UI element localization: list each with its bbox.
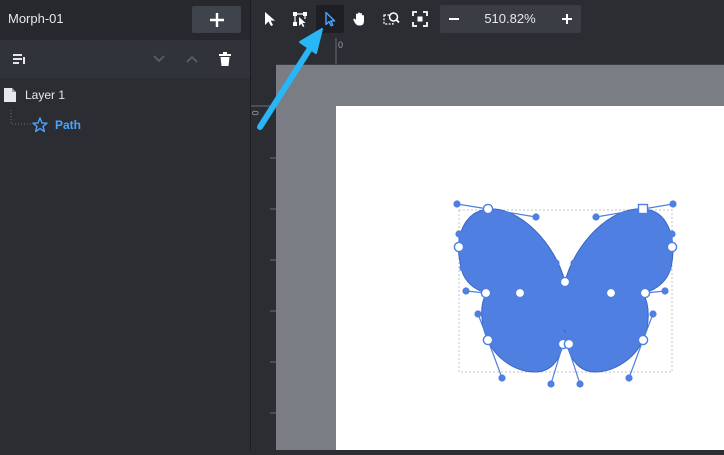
main-toolbar: 510.82% [251, 0, 724, 38]
zoom-in-button[interactable] [553, 5, 581, 33]
hand-icon [353, 12, 364, 26]
ruler-origin-label-y: 0 [250, 110, 261, 116]
star-outline-icon [32, 117, 48, 133]
layer-label: Layer 1 [25, 88, 66, 102]
plus-icon [209, 12, 224, 27]
layer-label-path: Path [55, 118, 82, 132]
ruler-origin-label-x: 0 [338, 40, 344, 50]
zoom-selection-icon [382, 12, 400, 25]
zoom-out-button[interactable] [440, 5, 468, 33]
vertical-ruler[interactable]: 0 [251, 65, 276, 450]
document-icon [4, 88, 16, 102]
transform-icon [293, 12, 307, 27]
zoom-level[interactable]: 510.82% [470, 5, 550, 33]
layer-row[interactable]: Layer 1 [0, 80, 250, 110]
fit-canvas-tool-button[interactable] [406, 5, 434, 33]
direct-select-tool-button[interactable] [316, 5, 344, 33]
minus-icon [449, 18, 459, 20]
layer-row-path[interactable]: Path [0, 110, 250, 140]
document-bar: Morph-01 [0, 0, 250, 40]
horizontal-ruler-ticks [276, 38, 724, 65]
chevron-up-icon[interactable] [184, 51, 200, 67]
plus-icon [562, 14, 572, 24]
add-document-button[interactable] [192, 6, 241, 33]
tree-connector [10, 110, 32, 125]
select-tool-button[interactable] [256, 5, 284, 33]
zoom-selection-tool-button[interactable] [377, 5, 405, 33]
pan-tool-button[interactable] [346, 5, 374, 33]
document-title: Morph-01 [8, 11, 64, 26]
sort-list-icon[interactable] [11, 51, 27, 67]
layers-sidebar: Morph-01 Layer 1 Path [0, 0, 250, 450]
artboard[interactable] [336, 106, 724, 450]
transform-tool-button[interactable] [286, 5, 314, 33]
horizontal-ruler[interactable]: 0 [276, 38, 724, 65]
canvas-area[interactable] [276, 65, 724, 450]
layers-toolbar [0, 40, 250, 78]
vertical-ruler-ticks [251, 105, 276, 414]
hollow-pointer-icon [325, 11, 336, 27]
arrow-pointer-icon [265, 12, 275, 26]
chevron-down-icon[interactable] [151, 51, 167, 67]
ruler-corner [251, 38, 276, 65]
trash-icon[interactable] [217, 51, 233, 67]
zoom-control: 510.82% [440, 5, 581, 33]
fit-screen-icon [412, 11, 428, 27]
